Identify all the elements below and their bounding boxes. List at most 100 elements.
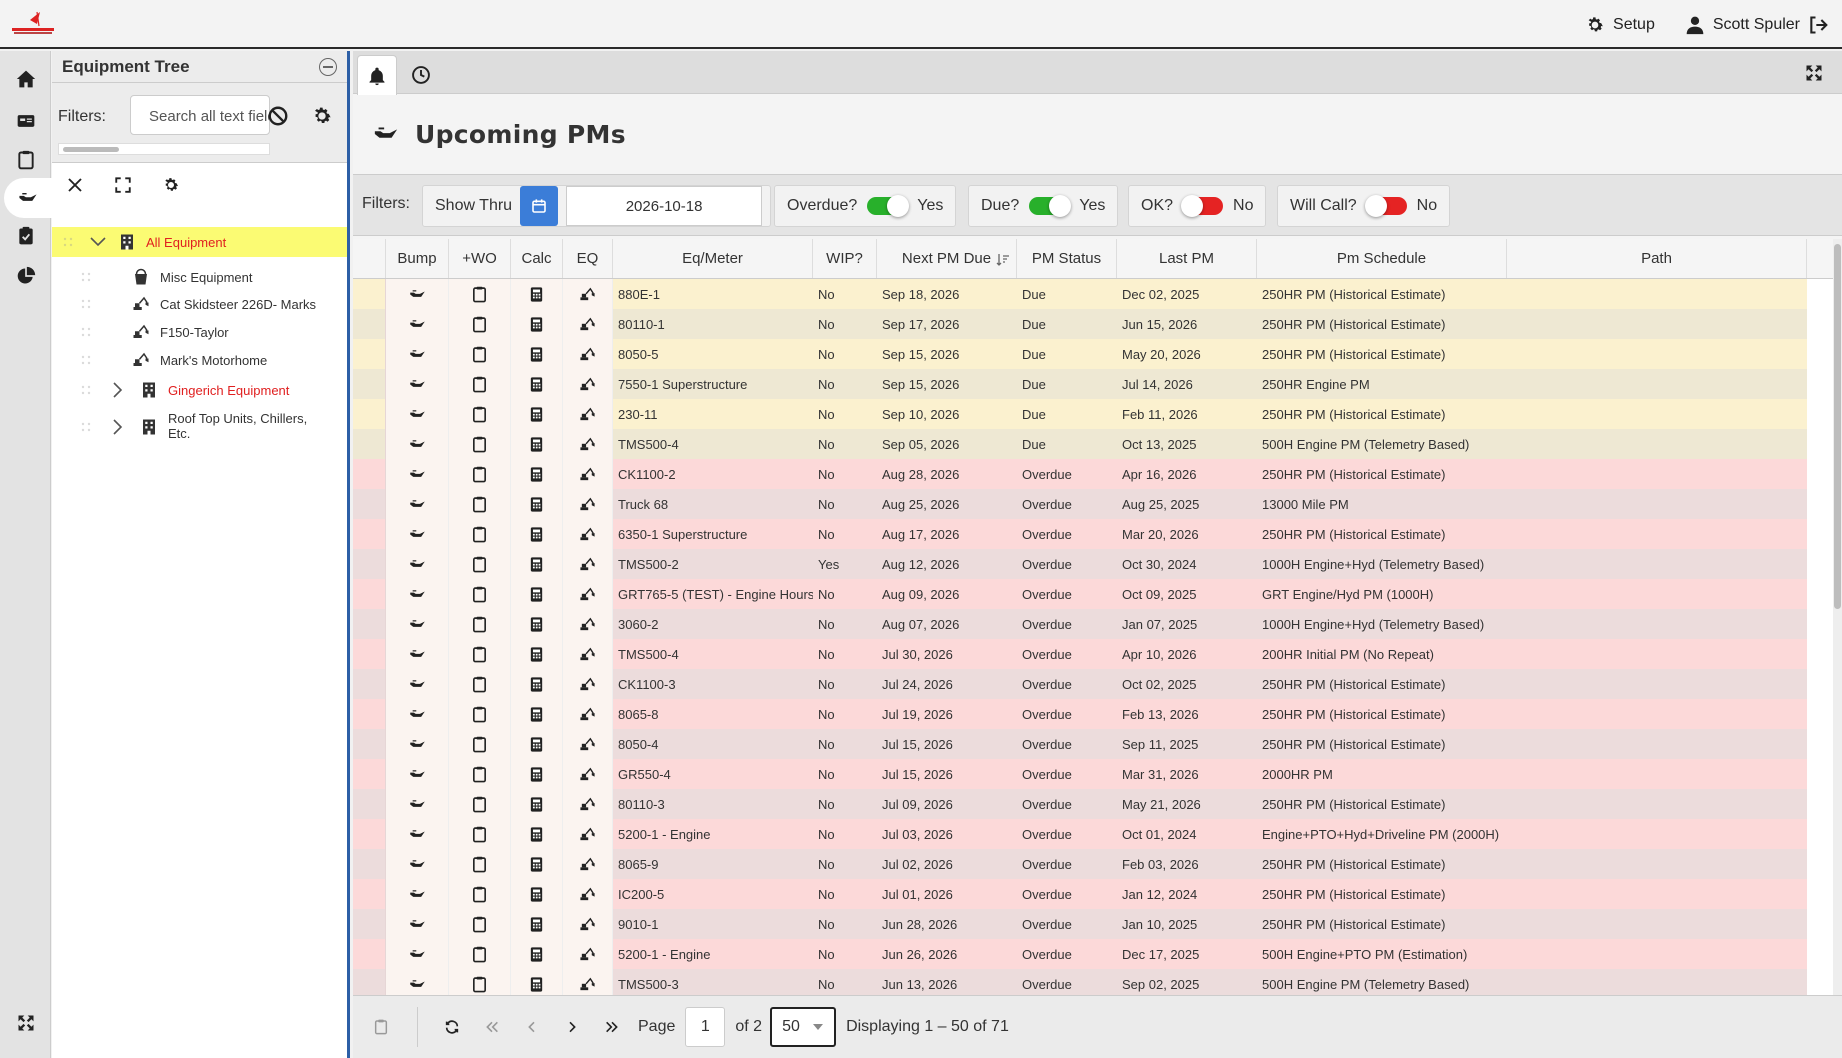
bump-icon[interactable]: [409, 916, 426, 933]
table-row[interactable]: 9010-1 No Jun 28, 2026 Overdue Jan 10, 2025 2…: [353, 909, 1833, 939]
calculator-icon[interactable]: [528, 286, 545, 303]
excavator-icon[interactable]: [579, 406, 596, 423]
bump-cell[interactable]: [386, 309, 449, 339]
calculator-cell[interactable]: [511, 909, 563, 939]
bump-icon[interactable]: [409, 706, 426, 723]
excavator-cell[interactable]: [563, 369, 613, 399]
bump-icon[interactable]: [409, 346, 426, 363]
table-row[interactable]: 7550-1 Superstructure No Sep 15, 2026 Due Ju…: [353, 369, 1833, 399]
calculator-icon[interactable]: [528, 766, 545, 783]
drag-handle-icon[interactable]: [80, 384, 92, 396]
nav-work-orders[interactable]: [0, 140, 51, 180]
calculator-icon[interactable]: [528, 646, 545, 663]
add-work-order-cell[interactable]: [449, 609, 511, 639]
add-work-order-icon[interactable]: [471, 496, 488, 513]
calculator-icon[interactable]: [528, 856, 545, 873]
table-row[interactable]: 80110-1 No Sep 17, 2026 Due Jun 15, 2026 250H…: [353, 309, 1833, 339]
table-row[interactable]: 8050-5 No Sep 15, 2026 Due May 20, 2026 250HR…: [353, 339, 1833, 369]
excavator-icon[interactable]: [579, 646, 596, 663]
nav-expand[interactable]: [0, 1003, 51, 1043]
excavator-icon[interactable]: [579, 976, 596, 993]
row-select-cell[interactable]: [353, 459, 386, 489]
excavator-icon[interactable]: [579, 526, 596, 543]
bump-cell[interactable]: [386, 459, 449, 489]
excavator-icon[interactable]: [579, 466, 596, 483]
add-work-order-icon[interactable]: [471, 436, 488, 453]
add-work-order-icon[interactable]: [471, 526, 488, 543]
add-work-order-cell[interactable]: [449, 579, 511, 609]
bump-cell[interactable]: [386, 669, 449, 699]
calculator-cell[interactable]: [511, 729, 563, 759]
table-row[interactable]: CK1100-2 No Aug 28, 2026 Overdue Apr 16, 202…: [353, 459, 1833, 489]
tab-history[interactable]: [401, 55, 441, 95]
excavator-icon[interactable]: [579, 946, 596, 963]
add-work-order-icon[interactable]: [471, 946, 488, 963]
excavator-icon[interactable]: [579, 766, 596, 783]
bump-cell[interactable]: [386, 789, 449, 819]
table-row[interactable]: IC200-5 No Jul 01, 2026 Overdue Jan 12, 2024…: [353, 879, 1833, 909]
logout-icon[interactable]: [1808, 15, 1828, 35]
excavator-icon[interactable]: [579, 796, 596, 813]
tree-filter-scrollbar[interactable]: [58, 143, 270, 155]
calculator-cell[interactable]: [511, 279, 563, 309]
row-select-cell[interactable]: [353, 309, 386, 339]
nav-reports[interactable]: [0, 256, 51, 296]
calculator-cell[interactable]: [511, 369, 563, 399]
due-toggle[interactable]: [1029, 195, 1072, 217]
calculator-icon[interactable]: [528, 946, 545, 963]
calculator-cell[interactable]: [511, 309, 563, 339]
drag-handle-icon[interactable]: [80, 354, 92, 366]
add-work-order-icon[interactable]: [471, 856, 488, 873]
excavator-cell[interactable]: [563, 789, 613, 819]
excavator-icon[interactable]: [579, 556, 596, 573]
add-work-order-icon[interactable]: [471, 466, 488, 483]
excavator-icon[interactable]: [579, 736, 596, 753]
excavator-cell[interactable]: [563, 429, 613, 459]
drag-handle-icon[interactable]: [62, 236, 74, 248]
calculator-cell[interactable]: [511, 339, 563, 369]
bump-cell[interactable]: [386, 849, 449, 879]
add-work-order-icon[interactable]: [471, 556, 488, 573]
bump-icon[interactable]: [409, 676, 426, 693]
table-row[interactable]: 8065-9 No Jul 02, 2026 Overdue Feb 03, 2026 2…: [353, 849, 1833, 879]
add-work-order-icon[interactable]: [471, 736, 488, 753]
excavator-cell[interactable]: [563, 849, 613, 879]
bump-cell[interactable]: [386, 699, 449, 729]
excavator-cell[interactable]: [563, 879, 613, 909]
tree-item[interactable]: Misc Equipment: [52, 262, 347, 292]
table-row[interactable]: 5200-1 - Engine No Jun 26, 2026 Overdue Dec …: [353, 939, 1833, 969]
last-page-icon[interactable]: [604, 1019, 620, 1035]
calculator-icon[interactable]: [528, 826, 545, 843]
bump-icon[interactable]: [409, 496, 426, 513]
calculator-icon[interactable]: [528, 736, 545, 753]
row-select-cell[interactable]: [353, 549, 386, 579]
page-number-input[interactable]: 1: [685, 1007, 726, 1047]
add-work-order-cell[interactable]: [449, 459, 511, 489]
chevron-right-icon[interactable]: [112, 382, 124, 398]
excavator-cell[interactable]: [563, 759, 613, 789]
excavator-icon[interactable]: [579, 496, 596, 513]
table-row[interactable]: Truck 68 No Aug 25, 2026 Overdue Aug 25, 202…: [353, 489, 1833, 519]
excavator-cell[interactable]: [563, 909, 613, 939]
column-header[interactable]: Pm Schedule: [1257, 239, 1507, 278]
row-select-cell[interactable]: [353, 849, 386, 879]
excavator-icon[interactable]: [579, 616, 596, 633]
add-work-order-cell[interactable]: [449, 639, 511, 669]
excavator-icon[interactable]: [579, 316, 596, 333]
bump-icon[interactable]: [409, 646, 426, 663]
calculator-icon[interactable]: [528, 436, 545, 453]
user-menu[interactable]: Scott Spuler: [1685, 15, 1828, 35]
calculator-cell[interactable]: [511, 459, 563, 489]
table-row[interactable]: 6350-1 Superstructure No Aug 17, 2026 Overd…: [353, 519, 1833, 549]
column-header[interactable]: Next PM Due: [877, 239, 1017, 278]
table-row[interactable]: GRT765-5 (TEST) - Engine Hours No Aug 09, …: [353, 579, 1833, 609]
table-row[interactable]: GR550-4 No Jul 15, 2026 Overdue Mar 31, 2026…: [353, 759, 1833, 789]
add-work-order-cell[interactable]: [449, 519, 511, 549]
bump-icon[interactable]: [409, 316, 426, 333]
row-select-cell[interactable]: [353, 969, 386, 995]
add-work-order-icon[interactable]: [471, 586, 488, 603]
row-select-cell[interactable]: [353, 879, 386, 909]
bump-cell[interactable]: [386, 279, 449, 309]
row-select-cell[interactable]: [353, 819, 386, 849]
excavator-cell[interactable]: [563, 489, 613, 519]
